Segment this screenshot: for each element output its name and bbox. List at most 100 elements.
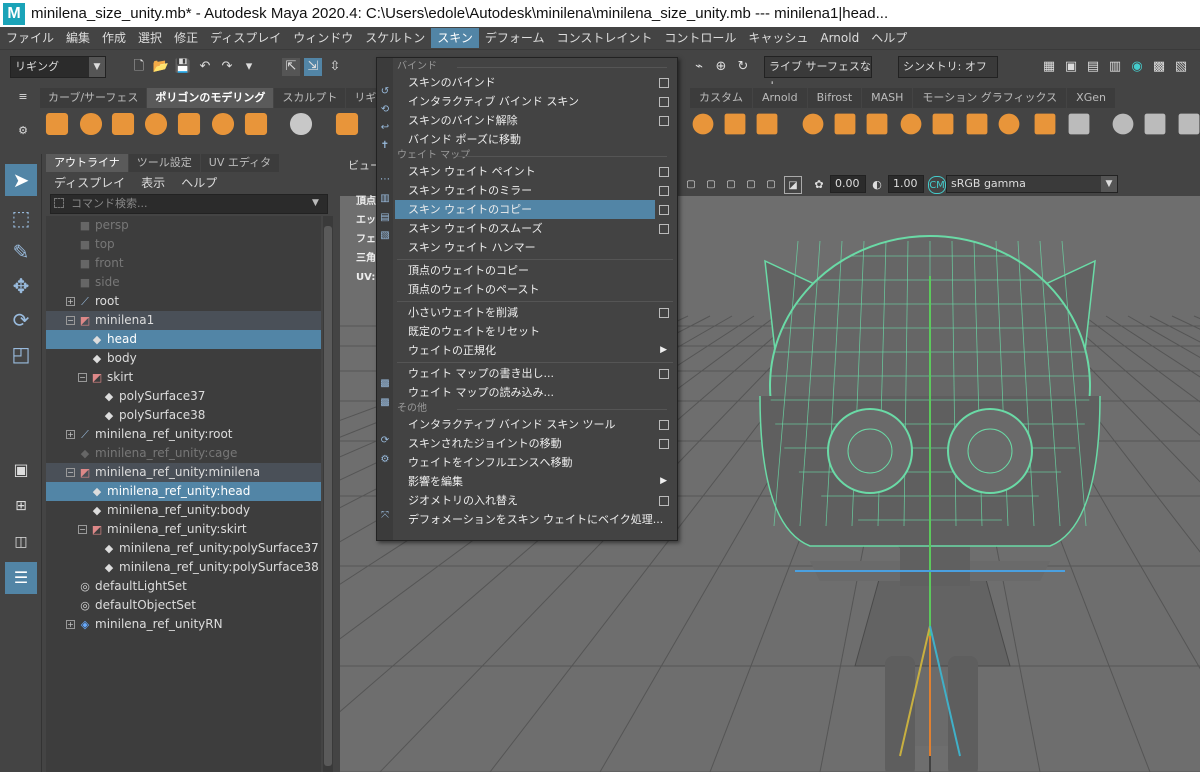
- menu-1[interactable]: 編集: [60, 28, 96, 48]
- shelf-tab[interactable]: カスタム: [690, 88, 752, 108]
- outliner-item[interactable]: ◆ polySurface38: [46, 406, 321, 425]
- lasso-tool-icon[interactable]: ⬚: [5, 202, 37, 234]
- render-settings-icon[interactable]: ▥: [1106, 58, 1124, 76]
- snap-view-icon[interactable]: ↻: [734, 58, 752, 76]
- xray-icon[interactable]: ◪: [784, 176, 802, 194]
- outliner-item[interactable]: ■ front: [46, 254, 321, 273]
- option-box-icon[interactable]: [659, 308, 669, 318]
- outliner-search-input[interactable]: コマンド検索...: [50, 194, 328, 214]
- outliner-item[interactable]: ◎ defaultObjectSet: [46, 596, 321, 615]
- outliner-menu-item[interactable]: 表示: [133, 174, 173, 191]
- option-box-icon[interactable]: [659, 116, 669, 126]
- option-box-icon[interactable]: [659, 97, 669, 107]
- color-management-icon[interactable]: CM: [928, 176, 946, 194]
- menu-item[interactable]: インタラクティブ バインド スキン ツール: [393, 415, 677, 434]
- mode-selector[interactable]: リギング ▼: [10, 56, 106, 78]
- menu-item[interactable]: インタラクティブ バインド スキン: [393, 92, 677, 111]
- menu-13[interactable]: Arnold: [814, 28, 865, 48]
- select-hierarchy-icon[interactable]: ⇱: [282, 58, 300, 76]
- modeling-tool-icon[interactable]: [1112, 113, 1134, 135]
- menu-item[interactable]: スキンのバインド: [393, 73, 677, 92]
- modeling-tool-icon[interactable]: [1178, 113, 1200, 135]
- menu-5[interactable]: ディスプレイ: [204, 28, 287, 48]
- menu-9[interactable]: デフォーム: [479, 28, 551, 48]
- menu-10[interactable]: コンストレイント: [551, 28, 659, 48]
- option-box-icon[interactable]: [659, 186, 669, 196]
- shelf-tab[interactable]: ポリゴンのモデリング: [147, 88, 274, 108]
- outliner-tab[interactable]: UV エディタ: [200, 154, 280, 172]
- select-object-icon[interactable]: ⇲: [304, 58, 322, 76]
- outliner-item[interactable]: − ◩ minilena1: [46, 311, 321, 330]
- menu-12[interactable]: キャッシュ: [742, 28, 814, 48]
- single-view-icon[interactable]: ▣: [5, 454, 37, 486]
- menu-7[interactable]: スケルトン: [359, 28, 431, 48]
- shelf-menu-icon[interactable]: ≡: [14, 88, 32, 106]
- outliner-item[interactable]: ◆ minilena_ref_unity:polySurface37: [46, 539, 321, 558]
- shelf-settings-icon[interactable]: ⚙: [14, 122, 32, 140]
- menu-item[interactable]: ウェイトの正規化 ▶: [393, 341, 677, 360]
- menu-14[interactable]: ヘルプ: [865, 28, 913, 48]
- option-box-icon[interactable]: [659, 205, 669, 215]
- option-box-icon[interactable]: [659, 439, 669, 449]
- open-scene-icon[interactable]: 📂: [152, 58, 170, 76]
- modeling-tool-icon[interactable]: [802, 113, 824, 135]
- dropdown-icon[interactable]: ▾: [240, 58, 258, 76]
- polygon-primitive-icon[interactable]: [111, 112, 135, 136]
- shelf-tab[interactable]: モーション グラフィックス: [913, 88, 1067, 108]
- modeling-tool-icon[interactable]: [834, 113, 856, 135]
- shelf-tab[interactable]: カーブ/サーフェス: [40, 88, 147, 108]
- move-tool-icon[interactable]: ✥: [5, 270, 37, 302]
- menu-item[interactable]: 頂点のウェイトのペースト: [393, 280, 677, 299]
- polygon-primitive-icon[interactable]: [335, 112, 359, 136]
- chevron-down-icon[interactable]: ▼: [312, 198, 319, 208]
- polygon-primitive-icon[interactable]: [211, 112, 235, 136]
- menu-item[interactable]: ウェイト マップの読み込み...: [393, 383, 677, 402]
- menu-item[interactable]: ウェイトをインフルエンスへ移動: [393, 453, 677, 472]
- option-box-icon[interactable]: [659, 496, 669, 506]
- paint-select-icon[interactable]: ✎: [5, 236, 37, 268]
- outliner-item[interactable]: − ◩ minilena_ref_unity:minilena: [46, 463, 321, 482]
- outliner-item[interactable]: + ◈ minilena_ref_unityRN: [46, 615, 321, 634]
- outliner-menu-item[interactable]: ディスプレイ: [46, 174, 133, 191]
- option-box-icon[interactable]: [659, 78, 669, 88]
- outliner-item[interactable]: − ◩ skirt: [46, 368, 321, 387]
- menu-item[interactable]: バインド ポーズに移動: [393, 130, 677, 149]
- camera-icon[interactable]: ▩: [1150, 58, 1168, 76]
- snap-curve-icon[interactable]: ⌁: [690, 58, 708, 76]
- outliner-item[interactable]: ■ persp: [46, 216, 321, 235]
- modeling-tool-icon[interactable]: [692, 113, 714, 135]
- select-component-icon[interactable]: ⇳: [326, 58, 344, 76]
- menu-3[interactable]: 選択: [132, 28, 168, 48]
- exposure-icon[interactable]: ✿: [810, 176, 828, 194]
- ipr-render-icon[interactable]: ▤: [1084, 58, 1102, 76]
- expand-icon[interactable]: +: [66, 297, 75, 306]
- outliner-item[interactable]: ■ side: [46, 273, 321, 292]
- menu-item[interactable]: スキン ウェイトのコピー: [395, 200, 669, 219]
- expand-icon[interactable]: +: [66, 430, 75, 439]
- two-view-icon[interactable]: ◫: [5, 526, 37, 558]
- menu-4[interactable]: 修正: [168, 28, 204, 48]
- new-scene-icon[interactable]: 🗋: [130, 58, 148, 76]
- expand-icon[interactable]: +: [66, 620, 75, 629]
- polygon-primitive-icon[interactable]: [144, 112, 168, 136]
- menu-8[interactable]: スキン: [431, 28, 479, 48]
- modeling-tool-icon[interactable]: [866, 113, 888, 135]
- menu-item[interactable]: スキン ウェイトのスムーズ: [393, 219, 677, 238]
- modeling-tool-icon[interactable]: [998, 113, 1020, 135]
- menu-2[interactable]: 作成: [96, 28, 132, 48]
- outliner-menu-item[interactable]: ヘルプ: [173, 174, 225, 191]
- expand-icon[interactable]: −: [78, 373, 87, 382]
- select-tool-icon[interactable]: ➤: [5, 164, 37, 196]
- outliner-tab[interactable]: ツール設定: [128, 154, 200, 172]
- scale-tool-icon[interactable]: ◰: [5, 338, 37, 370]
- shelf-tab[interactable]: スカルプト: [274, 88, 346, 108]
- menu-item[interactable]: スキン ウェイト ペイント: [393, 162, 677, 181]
- snap-point-icon[interactable]: ⊕: [712, 58, 730, 76]
- menu-item[interactable]: デフォメーションをスキン ウェイトにベイク処理...: [393, 510, 677, 529]
- colorspace-select[interactable]: sRGB gamma ▼: [946, 175, 1118, 193]
- polygon-primitive-icon[interactable]: [45, 112, 69, 136]
- option-box-icon[interactable]: [659, 167, 669, 177]
- modeling-tool-icon[interactable]: [756, 113, 778, 135]
- option-box-icon[interactable]: [659, 369, 669, 379]
- undo-icon[interactable]: ↶: [196, 58, 214, 76]
